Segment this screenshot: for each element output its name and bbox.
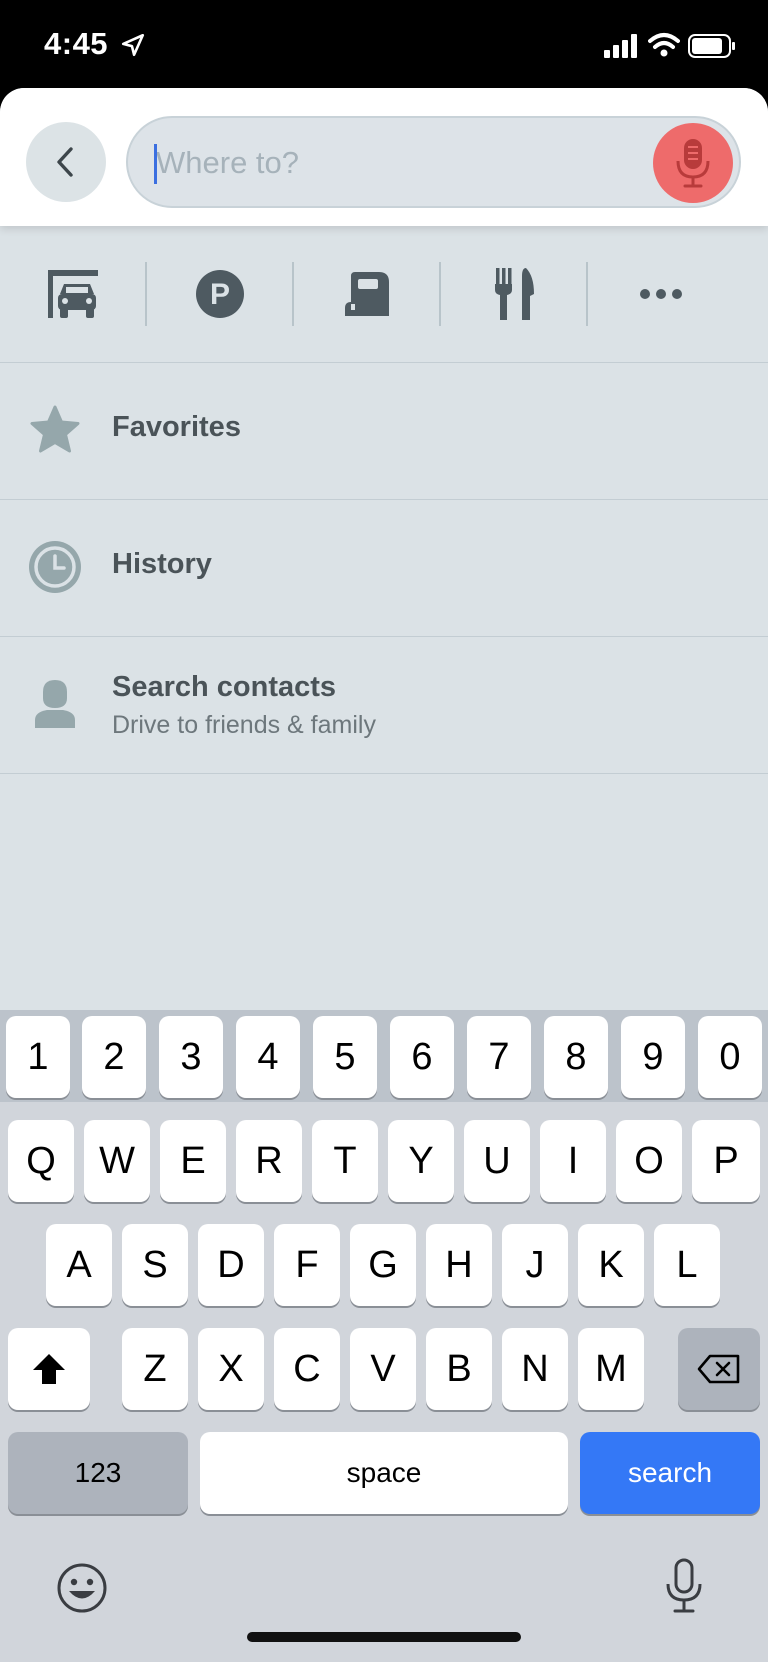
clock-icon bbox=[26, 538, 84, 596]
search-input[interactable] bbox=[156, 138, 636, 188]
key-d[interactable]: D bbox=[198, 1224, 264, 1306]
back-button[interactable] bbox=[26, 122, 106, 202]
search-contacts-label: Search contacts bbox=[112, 671, 337, 703]
svg-text:P: P bbox=[209, 278, 229, 311]
search-bar[interactable] bbox=[126, 116, 741, 208]
key-s[interactable]: S bbox=[122, 1224, 188, 1306]
battery-icon bbox=[688, 34, 735, 58]
key-w[interactable]: W bbox=[84, 1120, 150, 1202]
key-3[interactable]: 3 bbox=[159, 1016, 223, 1098]
category-garage-button[interactable] bbox=[0, 226, 145, 362]
key-g[interactable]: G bbox=[350, 1224, 416, 1306]
gas-station-icon bbox=[344, 272, 389, 316]
key-t[interactable]: T bbox=[312, 1120, 378, 1202]
restaurant-icon bbox=[494, 268, 534, 320]
key-u[interactable]: U bbox=[464, 1120, 530, 1202]
category-gas-button[interactable] bbox=[294, 226, 439, 362]
key-4[interactable]: 4 bbox=[236, 1016, 300, 1098]
text-cursor bbox=[154, 144, 157, 184]
cellular-signal-icon bbox=[604, 34, 637, 58]
list-item-search-contacts[interactable]: Search contacts Drive to friends & famil… bbox=[0, 637, 768, 773]
microphone-icon bbox=[676, 139, 710, 188]
key-m[interactable]: M bbox=[578, 1328, 644, 1410]
delete-key[interactable] bbox=[678, 1328, 760, 1410]
dictation-microphone-icon[interactable] bbox=[664, 1558, 704, 1614]
wifi-icon bbox=[648, 33, 680, 57]
key-e[interactable]: E bbox=[160, 1120, 226, 1202]
key-a[interactable]: A bbox=[46, 1224, 112, 1306]
key-v[interactable]: V bbox=[350, 1328, 416, 1410]
search-contacts-subtitle: Drive to friends & family bbox=[112, 711, 376, 739]
key-i[interactable]: I bbox=[540, 1120, 606, 1202]
key-r[interactable]: R bbox=[236, 1120, 302, 1202]
key-n[interactable]: N bbox=[502, 1328, 568, 1410]
backspace-icon bbox=[697, 1354, 740, 1384]
key-8[interactable]: 8 bbox=[544, 1016, 608, 1098]
emoji-icon[interactable] bbox=[56, 1562, 108, 1614]
key-p[interactable]: P bbox=[692, 1120, 760, 1202]
status-bar: 4:45 bbox=[0, 0, 768, 92]
home-indicator[interactable] bbox=[247, 1632, 521, 1642]
key-2[interactable]: 2 bbox=[82, 1016, 146, 1098]
key-h[interactable]: H bbox=[426, 1224, 492, 1306]
history-label: History bbox=[112, 548, 212, 580]
chevron-left-icon bbox=[57, 147, 73, 177]
key-b[interactable]: B bbox=[426, 1328, 492, 1410]
space-key[interactable]: space bbox=[200, 1432, 568, 1514]
shift-key[interactable] bbox=[8, 1328, 90, 1410]
key-c[interactable]: C bbox=[274, 1328, 340, 1410]
key-f[interactable]: F bbox=[274, 1224, 340, 1306]
voice-search-button[interactable] bbox=[653, 123, 733, 203]
list-item-favorites[interactable]: Favorites bbox=[0, 363, 768, 499]
key-7[interactable]: 7 bbox=[467, 1016, 531, 1098]
shift-arrow-icon bbox=[33, 1354, 65, 1384]
numbers-key[interactable]: 123 bbox=[8, 1432, 188, 1514]
favorites-label: Favorites bbox=[112, 411, 241, 443]
list-item-history[interactable]: History bbox=[0, 500, 768, 636]
car-garage-icon bbox=[47, 270, 98, 318]
key-x[interactable]: X bbox=[198, 1328, 264, 1410]
person-icon bbox=[26, 675, 84, 733]
key-o[interactable]: O bbox=[616, 1120, 682, 1202]
key-0[interactable]: 0 bbox=[698, 1016, 762, 1098]
key-k[interactable]: K bbox=[578, 1224, 644, 1306]
keyboard: 1 2 3 4 5 6 7 8 9 0 Q W E R T Y U I O P … bbox=[0, 1010, 768, 1662]
parking-icon: P bbox=[195, 270, 244, 318]
star-icon bbox=[26, 401, 84, 459]
key-l[interactable]: L bbox=[654, 1224, 720, 1306]
category-restaurant-button[interactable] bbox=[441, 226, 586, 362]
key-y[interactable]: Y bbox=[388, 1120, 454, 1202]
category-more-button[interactable] bbox=[588, 226, 733, 362]
category-shortcuts: P bbox=[0, 226, 768, 362]
divider bbox=[0, 773, 768, 774]
key-9[interactable]: 9 bbox=[621, 1016, 685, 1098]
location-arrow-icon bbox=[121, 33, 145, 57]
key-j[interactable]: J bbox=[502, 1224, 568, 1306]
key-1[interactable]: 1 bbox=[6, 1016, 70, 1098]
search-header bbox=[0, 88, 768, 226]
key-5[interactable]: 5 bbox=[313, 1016, 377, 1098]
category-parking-button[interactable]: P bbox=[147, 226, 292, 362]
search-key[interactable]: search bbox=[580, 1432, 760, 1514]
more-icon bbox=[639, 289, 682, 299]
key-q[interactable]: Q bbox=[8, 1120, 74, 1202]
status-time: 4:45 bbox=[44, 26, 109, 61]
key-6[interactable]: 6 bbox=[390, 1016, 454, 1098]
key-z[interactable]: Z bbox=[122, 1328, 188, 1410]
